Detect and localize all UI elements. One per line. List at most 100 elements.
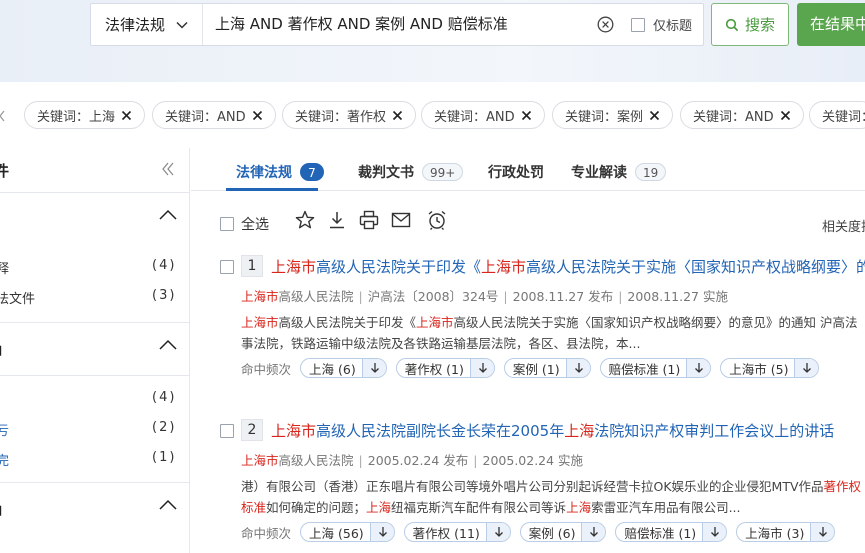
- arrow-down-icon[interactable]: [810, 523, 835, 541]
- select-all[interactable]: 全选: [220, 214, 269, 234]
- meta-publish-date: 2005.02.24 发布: [367, 453, 469, 468]
- close-icon[interactable]: [252, 110, 263, 121]
- sidebar-item-count: (1): [152, 450, 177, 465]
- sidebar-item-count: (3): [152, 288, 177, 303]
- sidebar-section-title: 」: [0, 499, 10, 519]
- scope-dropdown[interactable]: 法律法规: [91, 4, 203, 45]
- title-text: 高级人民法院关于实施〈国家知识产权战略纲要〉的意见: [526, 258, 865, 276]
- hit-term[interactable]: 赔偿标准 (1): [615, 522, 728, 542]
- search-button-label: 搜索: [744, 16, 775, 34]
- chevron-up-icon[interactable]: [159, 339, 177, 351]
- arrow-down-icon[interactable]: [581, 523, 606, 541]
- arrow-down-icon[interactable]: [469, 359, 494, 377]
- search-button[interactable]: 搜索: [711, 3, 789, 46]
- hit-term[interactable]: 著作权 (11): [403, 522, 511, 542]
- sort-by-relevance[interactable]: 相关度排: [822, 216, 865, 235]
- snippet-highlight: 著作权: [823, 479, 862, 494]
- arrow-down-icon[interactable]: [686, 359, 711, 377]
- tab-label: 裁判文书: [358, 165, 414, 181]
- close-icon[interactable]: [649, 110, 660, 121]
- sidebar-section: J 释 (4) 法文件 (3): [0, 192, 190, 322]
- collapse-left-icon[interactable]: [160, 161, 176, 177]
- sidebar-item[interactable]: 完 (1): [0, 448, 185, 470]
- result-checkbox[interactable]: [220, 260, 234, 274]
- hit-term[interactable]: 上海 (56): [300, 522, 395, 542]
- hit-term[interactable]: 案例 (1): [503, 358, 591, 378]
- keyword-chip[interactable]: 关键词：上海: [24, 101, 146, 129]
- chip-label: 关键词：著作权: [295, 109, 387, 125]
- arrow-down-icon[interactable]: [565, 359, 590, 377]
- tab-admin-penalties[interactable]: 行政处罚: [488, 162, 544, 182]
- result-title-link[interactable]: 上海市高级人民法院副院长金长荣在2005年上海法院知识产权审判工作会议上的讲话: [271, 420, 834, 441]
- title-text: 高级人民法院关于印发《: [316, 258, 482, 276]
- result-checkbox[interactable]: [220, 424, 234, 438]
- hit-term[interactable]: 上海市 (3): [736, 522, 836, 542]
- arrow-down-icon[interactable]: [369, 523, 394, 541]
- close-icon[interactable]: [392, 110, 403, 121]
- title-only-checkbox[interactable]: [631, 17, 645, 32]
- meta-separator: |: [473, 453, 478, 468]
- keyword-chip[interactable]: 关键词：著作权: [282, 101, 417, 129]
- chip-label: 关键词：案例: [565, 109, 644, 125]
- result-title-link[interactable]: 上海市高级人民法院关于印发《上海市高级人民法院关于实施〈国家知识产权战略纲要〉的…: [271, 256, 865, 277]
- sidebar-item[interactable]: 法文件 (3): [0, 286, 185, 308]
- hit-term[interactable]: 上海 (6): [300, 358, 387, 378]
- sidebar-title: 件: [0, 162, 10, 180]
- keyword-chip[interactable]: 关键词：AND: [152, 101, 276, 129]
- tab-interpretations[interactable]: 专业解读 19: [571, 162, 667, 182]
- hit-frequency-row: 命中频次 上海 (6) 著作权 (1) 案例 (1) 赔偿标准 (1) 上海市 …: [241, 358, 820, 378]
- close-icon[interactable]: [780, 110, 791, 121]
- sidebar-item-count: (2): [152, 420, 177, 435]
- keyword-chip[interactable]: 关键词：AND: [421, 101, 545, 129]
- hit-term[interactable]: 著作权 (1): [395, 358, 495, 378]
- search-input[interactable]: 上海 AND 著作权 AND 案例 AND 赔偿标准: [215, 4, 508, 45]
- select-all-checkbox[interactable]: [220, 217, 234, 231]
- arrow-down-icon[interactable]: [361, 359, 386, 377]
- sidebar-section: 」 (4) 亏 (2) 完 (1): [0, 322, 190, 482]
- result-item: 1 上海市高级人民法院关于印发《上海市高级人民法院关于实施〈国家知识产权战略纲要…: [191, 252, 865, 392]
- active-tab-indicator: [226, 188, 318, 191]
- hit-term[interactable]: 案例 (6): [519, 522, 607, 542]
- download-icon[interactable]: [326, 209, 348, 231]
- keyword-chip[interactable]: 关键词：: [809, 101, 865, 129]
- keyword-chip[interactable]: 关键词：案例: [552, 101, 674, 129]
- scroll-left-icon[interactable]: [0, 109, 6, 123]
- keyword-chip-bar: 关键词：上海 关键词：AND 关键词：著作权 关键词：AND 关键词：案例 关键…: [0, 82, 865, 148]
- hit-term[interactable]: 上海市 (5): [720, 358, 820, 378]
- sidebar-item[interactable]: 释 (4): [0, 256, 185, 278]
- chevron-up-icon[interactable]: [159, 209, 177, 221]
- title-only-label: 仅标题: [653, 19, 693, 34]
- close-icon[interactable]: [121, 110, 132, 121]
- print-icon[interactable]: [358, 209, 380, 231]
- arrow-down-icon[interactable]: [485, 523, 510, 541]
- chip-label: 关键词：: [822, 109, 865, 125]
- tab-count-badge: 19: [635, 163, 667, 181]
- snippet-text: 高级人民法院关于实施〈国家知识产权战略纲要〉的意见》的通知 沪高法〔: [453, 315, 865, 330]
- title-only-toggle[interactable]: 仅标题: [631, 15, 692, 34]
- tab-label: 专业解读: [571, 165, 627, 181]
- keyword-chip[interactable]: 关键词：AND: [680, 101, 804, 129]
- arrow-down-icon[interactable]: [794, 359, 819, 377]
- chevron-down-icon: [176, 21, 188, 29]
- title-highlight: 上海: [564, 422, 595, 440]
- title-highlight: 上海市: [271, 258, 317, 276]
- chevron-up-icon[interactable]: [159, 499, 177, 511]
- tab-judgments[interactable]: 裁判文书 99+: [358, 162, 464, 182]
- search-in-results-button[interactable]: 在结果中: [797, 3, 865, 46]
- email-icon[interactable]: [390, 209, 412, 231]
- chip-label: 关键词：AND: [434, 109, 515, 125]
- sidebar-item[interactable]: 亏 (2): [0, 418, 185, 440]
- hit-term-label: 案例 (6): [528, 525, 576, 541]
- meta-separator: |: [358, 453, 363, 468]
- star-icon[interactable]: [294, 209, 316, 231]
- meta-org: 高级人民法院: [278, 453, 354, 468]
- sidebar-item[interactable]: (4): [0, 388, 185, 410]
- close-icon[interactable]: [521, 110, 532, 121]
- hit-term[interactable]: 赔偿标准 (1): [599, 358, 712, 378]
- tab-laws[interactable]: 法律法规 7: [236, 162, 324, 182]
- snippet-text: 事法院，铁路运输中级法院及各铁路运输基层法院，各区、县法院，本...: [241, 336, 641, 351]
- clear-icon[interactable]: [597, 16, 614, 33]
- arrow-down-icon[interactable]: [702, 523, 727, 541]
- alarm-clock-icon[interactable]: [426, 209, 448, 231]
- snippet-highlight: 上海市: [241, 315, 279, 330]
